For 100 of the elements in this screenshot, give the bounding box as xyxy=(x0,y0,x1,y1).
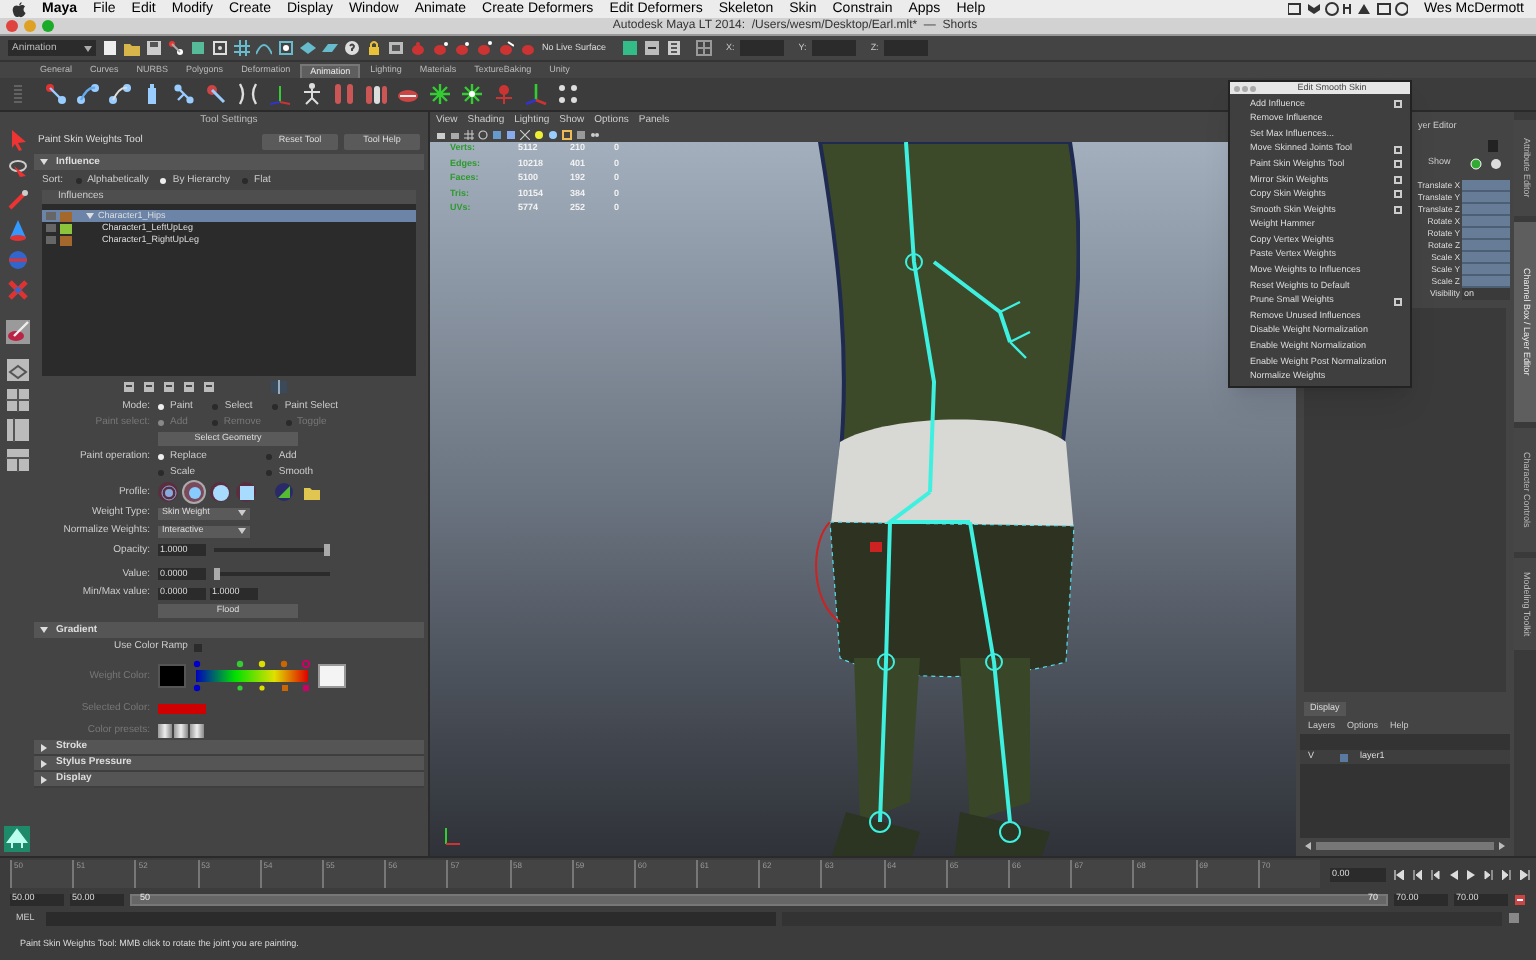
preset-swatch[interactable] xyxy=(174,723,188,737)
light-icon[interactable] xyxy=(548,130,558,140)
star-icon[interactable] xyxy=(428,82,452,106)
channel-value-field[interactable] xyxy=(1462,192,1510,204)
color-swatch[interactable] xyxy=(318,664,346,688)
expand-arrow-icon[interactable] xyxy=(40,158,48,166)
channel-value-field[interactable] xyxy=(1462,264,1510,276)
bracket-joints-icon[interactable] xyxy=(236,82,260,106)
sphere-icon[interactable] xyxy=(1490,157,1503,169)
save-icon[interactable] xyxy=(146,40,162,56)
channel-value-field[interactable] xyxy=(1462,204,1510,216)
joint-chain-icon[interactable] xyxy=(76,82,100,106)
color-swatch[interactable] xyxy=(158,664,186,688)
lock-icon[interactable] xyxy=(366,40,382,56)
joints-icon[interactable] xyxy=(590,130,600,140)
option-box[interactable] xyxy=(1394,99,1402,108)
brush-profile-button[interactable] xyxy=(210,482,230,502)
joint-chain-icon[interactable] xyxy=(204,82,228,106)
wireframe-icon[interactable] xyxy=(478,130,488,140)
paint-brush-icon[interactable] xyxy=(5,320,29,344)
brush-icon[interactable] xyxy=(5,188,29,212)
caret-icon[interactable] xyxy=(238,528,246,534)
grid-snap-icon[interactable] xyxy=(234,40,250,56)
grid-icon[interactable] xyxy=(464,130,474,140)
new-file-icon[interactable] xyxy=(102,40,118,56)
dots-icon[interactable] xyxy=(556,82,580,106)
folder-icon[interactable] xyxy=(304,485,320,499)
curve-snap-icon[interactable] xyxy=(256,40,272,56)
components-icon[interactable] xyxy=(212,40,228,56)
star-icon[interactable] xyxy=(460,82,484,106)
help-icon[interactable] xyxy=(344,40,360,56)
render-icon[interactable] xyxy=(388,40,404,56)
brush-profile-button[interactable] xyxy=(158,482,178,502)
joint-chain-icon[interactable] xyxy=(44,82,68,106)
auto-key-icon[interactable] xyxy=(1514,893,1526,905)
channel-value-field[interactable] xyxy=(1462,180,1510,192)
hierarchy-icon[interactable] xyxy=(168,40,184,56)
capsules-icon[interactable] xyxy=(364,82,388,106)
bone-icon[interactable] xyxy=(172,82,196,106)
tree-icon[interactable] xyxy=(4,826,30,852)
list-icon[interactable] xyxy=(666,40,683,56)
expand-arrow-icon[interactable] xyxy=(40,626,48,634)
channel-value-field[interactable] xyxy=(1462,252,1510,264)
brush-profile-button[interactable] xyxy=(184,482,204,502)
option-box[interactable] xyxy=(1394,190,1402,199)
channel-value-field[interactable] xyxy=(1462,240,1510,252)
layer-icon[interactable] xyxy=(1470,157,1483,169)
brush-profile-button[interactable] xyxy=(236,482,256,502)
step-back-key-icon[interactable] xyxy=(1412,869,1422,879)
go-to-end-icon[interactable] xyxy=(1520,869,1530,879)
option-box[interactable] xyxy=(1394,145,1402,154)
layout-icon[interactable] xyxy=(5,388,29,412)
scrollbar[interactable] xyxy=(1316,842,1494,850)
channel-value-field[interactable] xyxy=(1462,216,1510,228)
option-box[interactable] xyxy=(1394,205,1402,214)
option-box[interactable] xyxy=(1394,297,1402,306)
coordinate-field[interactable] xyxy=(812,40,857,56)
apple-icon[interactable] xyxy=(12,1,26,17)
option-box[interactable] xyxy=(1394,175,1402,184)
view-snap-icon[interactable] xyxy=(300,40,316,56)
script-editor-icon[interactable] xyxy=(1508,912,1520,924)
play-icon[interactable] xyxy=(1466,869,1476,879)
axes-icon[interactable] xyxy=(268,82,292,106)
channel-value-field[interactable] xyxy=(1462,228,1510,240)
light-icon[interactable] xyxy=(534,130,544,140)
image-brush-icon[interactable] xyxy=(274,482,294,502)
color-ramp[interactable] xyxy=(192,660,312,692)
close-button[interactable] xyxy=(6,20,18,32)
step-forward-key-icon[interactable] xyxy=(1502,869,1512,879)
coordinate-field[interactable] xyxy=(740,40,785,56)
step-forward-icon[interactable] xyxy=(1484,869,1494,879)
channel-value-field[interactable] xyxy=(1462,276,1510,288)
preset-swatch[interactable] xyxy=(190,723,204,737)
slider-thumb[interactable] xyxy=(324,544,330,556)
caret-icon[interactable] xyxy=(238,510,246,516)
preset-swatch[interactable] xyxy=(158,723,172,737)
layout-icon[interactable] xyxy=(5,418,29,442)
expand-arrow-icon[interactable] xyxy=(86,212,94,220)
scroll-left-icon[interactable] xyxy=(1304,842,1312,850)
layout-icon[interactable] xyxy=(5,358,29,382)
transform-icon[interactable] xyxy=(696,40,713,56)
go-to-start-icon[interactable] xyxy=(1394,869,1404,879)
point-snap-icon[interactable] xyxy=(278,40,294,56)
selected-color-swatch[interactable] xyxy=(158,703,206,713)
plane-snap-icon[interactable] xyxy=(322,40,338,56)
isolate-icon[interactable] xyxy=(562,130,572,140)
cone-icon[interactable] xyxy=(5,218,29,242)
slider-thumb[interactable] xyxy=(214,568,220,580)
skeleton-icon[interactable] xyxy=(300,82,324,106)
joint-chain-icon[interactable] xyxy=(108,82,132,106)
coordinate-field[interactable] xyxy=(884,40,929,56)
step-back-icon[interactable] xyxy=(1430,869,1440,879)
layout-icon[interactable] xyxy=(5,448,29,472)
scroll-right-icon[interactable] xyxy=(1498,842,1506,850)
layer-color-swatch[interactable] xyxy=(1340,753,1348,761)
option-box[interactable] xyxy=(1394,160,1402,169)
folder-icon[interactable] xyxy=(124,40,140,56)
caret-icon[interactable] xyxy=(84,45,92,51)
play-backward-icon[interactable] xyxy=(1448,869,1458,879)
axes-icon[interactable] xyxy=(524,82,548,106)
